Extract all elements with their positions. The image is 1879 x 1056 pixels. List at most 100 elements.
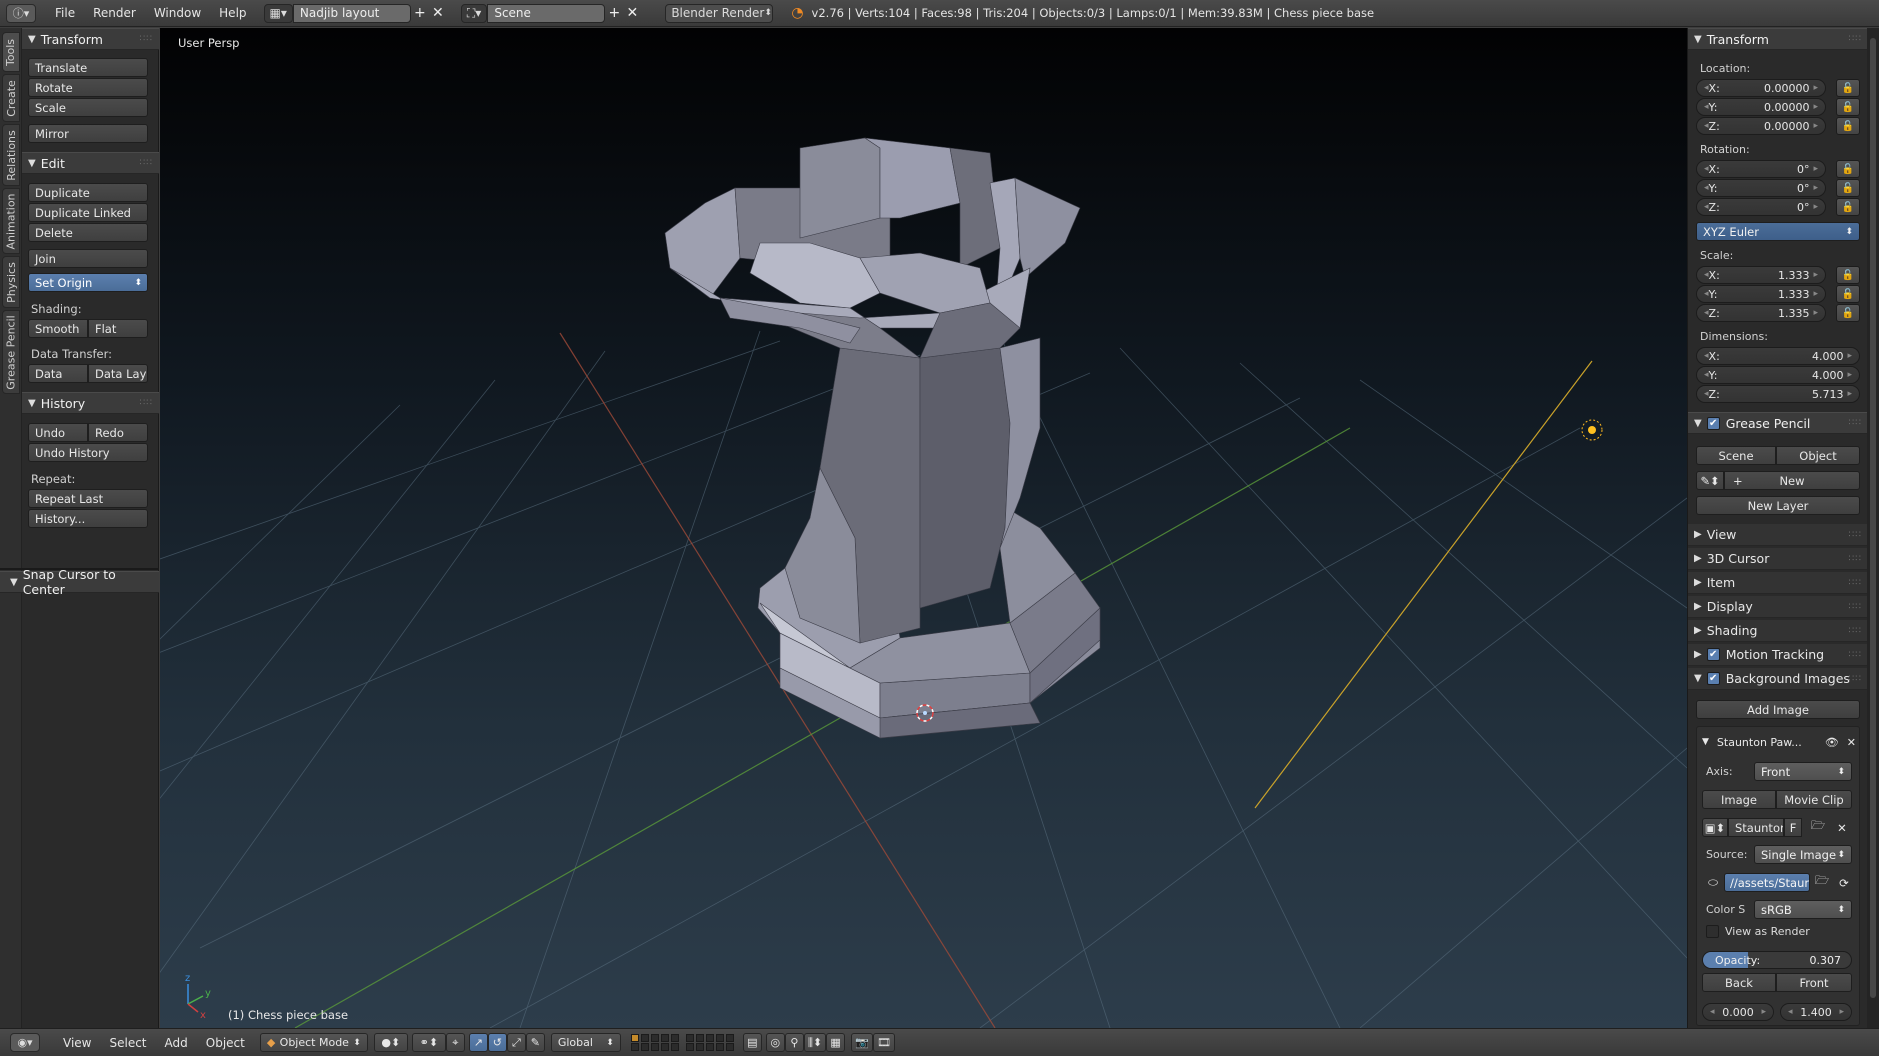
menu-add[interactable]: Add: [156, 1036, 197, 1050]
scene-selector[interactable]: ⛶▾: [460, 3, 488, 23]
back-toggle[interactable]: Back: [1702, 973, 1776, 992]
pencil-manipulator-icon[interactable]: ✎: [525, 1033, 545, 1052]
snap-element-dropdown[interactable]: ⫼⬍: [803, 1033, 827, 1052]
tab-create[interactable]: Create: [2, 74, 20, 122]
tab-grease-pencil[interactable]: Grease Pencil: [2, 310, 20, 394]
editor-type-button[interactable]: ◉▾: [10, 1033, 40, 1052]
add-image-button[interactable]: Add Image: [1696, 700, 1860, 719]
panel-shading[interactable]: ▶ Shading ∷∷: [1688, 620, 1868, 642]
mirror-button[interactable]: Mirror: [28, 124, 148, 143]
proportional-edit-icon[interactable]: ◎: [765, 1033, 785, 1052]
grease-pencil-object-tab[interactable]: Object: [1776, 446, 1860, 465]
delete-scene-button[interactable]: ✕: [623, 4, 641, 23]
history-button[interactable]: History...: [28, 509, 148, 528]
pencil-icon[interactable]: ✎⬍: [1696, 471, 1724, 490]
drag-grip-icon[interactable]: ∷∷: [1849, 626, 1862, 636]
translate-button[interactable]: Translate: [28, 58, 148, 77]
location-x-field[interactable]: ◂ X: 0.00000 ▸: [1696, 79, 1826, 97]
drag-grip-icon[interactable]: ∷∷: [1849, 418, 1862, 428]
layer-button[interactable]: [640, 1034, 649, 1042]
render-camera-icon[interactable]: 📷: [851, 1033, 873, 1052]
layer-button[interactable]: [725, 1034, 734, 1042]
rotate-button[interactable]: Rotate: [28, 78, 148, 97]
open-folder-icon[interactable]: 🗁: [1806, 818, 1830, 837]
menu-render[interactable]: Render: [84, 6, 145, 20]
panel-item[interactable]: ▶ Item ∷∷: [1688, 572, 1868, 594]
panel-background-images[interactable]: ▼ ✔ Background Images ∷∷: [1688, 668, 1868, 690]
drag-grip-icon[interactable]: ∷∷: [1849, 34, 1862, 44]
operator-panel[interactable]: ▼ Snap Cursor to Center: [0, 567, 159, 597]
layer-button[interactable]: [695, 1043, 704, 1051]
drag-grip-icon[interactable]: ∷∷: [1849, 602, 1862, 612]
drag-grip-icon[interactable]: ∷∷: [140, 398, 153, 408]
set-origin-dropdown[interactable]: Set Origin ⬍: [28, 273, 148, 292]
layer-button[interactable]: [705, 1043, 714, 1051]
layout-selector[interactable]: ▦▾: [263, 3, 293, 23]
layout-name-field[interactable]: Nadjib layout: [292, 3, 411, 23]
layer-lock-icon[interactable]: ▤: [742, 1033, 762, 1052]
layer-button[interactable]: [685, 1034, 694, 1042]
layer-button[interactable]: [650, 1043, 659, 1051]
image-tab[interactable]: Image: [1702, 790, 1776, 809]
location-z-field[interactable]: ◂ Z: 0.00000 ▸: [1696, 117, 1826, 135]
panel-motion-tracking[interactable]: ▶ ✔ Motion Tracking ∷∷: [1688, 644, 1868, 666]
undo-history-button[interactable]: Undo History: [28, 443, 148, 462]
render-engine-dropdown[interactable]: Blender Render ⬍: [665, 3, 774, 23]
scene-layers-2[interactable]: [685, 1034, 735, 1051]
lock-icon[interactable]: 🔓: [1836, 198, 1860, 216]
image-pack-icon[interactable]: ⬭: [1702, 873, 1724, 892]
snap-toggle-icon[interactable]: ⚲: [784, 1033, 804, 1052]
image-browse-icon[interactable]: ▣⬍: [1702, 818, 1728, 837]
fake-user-button[interactable]: F: [1784, 818, 1802, 837]
lock-icon[interactable]: 🔓: [1836, 117, 1860, 135]
layer-button[interactable]: [670, 1043, 679, 1051]
layer-button[interactable]: [660, 1043, 669, 1051]
drag-grip-icon[interactable]: ∷∷: [1849, 530, 1862, 540]
delete-layout-button[interactable]: ✕: [429, 4, 447, 23]
scene-name-field[interactable]: Scene: [487, 3, 606, 23]
panel-view[interactable]: ▶ View ∷∷: [1688, 524, 1868, 546]
menu-view[interactable]: View: [54, 1036, 100, 1050]
transform-orientation-dropdown[interactable]: Global ⬍: [550, 1033, 621, 1052]
tab-tools[interactable]: Tools: [2, 32, 20, 72]
grease-pencil-scene-tab[interactable]: Scene: [1696, 446, 1776, 465]
editor-type-button[interactable]: ⓘ▾: [6, 3, 36, 23]
scale-x-field[interactable]: ◂ X: 1.333 ▸: [1696, 266, 1826, 284]
panel-transform-props[interactable]: ▼ Transform ∷∷: [1688, 28, 1868, 50]
front-toggle[interactable]: Front: [1776, 973, 1852, 992]
scene-layers[interactable]: [630, 1034, 680, 1051]
add-scene-button[interactable]: +: [605, 4, 623, 23]
pivot-point-dropdown[interactable]: ⚭⬍: [411, 1033, 446, 1052]
lock-icon[interactable]: 🔓: [1836, 304, 1860, 322]
rotation-x-field[interactable]: ◂ X: 0° ▸: [1696, 160, 1826, 178]
render-animation-icon[interactable]: 🎞: [872, 1033, 895, 1052]
rotation-z-field[interactable]: ◂ Z: 0° ▸: [1696, 198, 1826, 216]
source-dropdown[interactable]: Single Image ⬍: [1754, 845, 1852, 864]
3d-viewport[interactable]: z y x User Persp (1) Chess piece base: [160, 28, 1687, 1028]
panel-grease-pencil[interactable]: ▼ ✔ Grease Pencil ∷∷: [1688, 412, 1868, 434]
drag-grip-icon[interactable]: ∷∷: [1849, 674, 1862, 684]
scale-y-field[interactable]: ◂ Y: 1.333 ▸: [1696, 285, 1826, 303]
new-layer-button[interactable]: New Layer: [1696, 496, 1860, 515]
layer-button[interactable]: [630, 1043, 639, 1051]
properties-scrollbar[interactable]: [1867, 28, 1879, 1028]
rotation-mode-dropdown[interactable]: XYZ Euler ⬍: [1696, 222, 1860, 241]
view-as-render-checkbox[interactable]: [1706, 925, 1719, 938]
axis-dropdown[interactable]: Front ⬍: [1754, 762, 1852, 781]
view-as-render-toggle[interactable]: View as Render: [1706, 925, 1810, 938]
lock-icon[interactable]: 🔓: [1836, 79, 1860, 97]
tab-physics[interactable]: Physics: [2, 256, 20, 308]
lock-icon[interactable]: 🔓: [1836, 179, 1860, 197]
lock-icon[interactable]: 🔓: [1836, 266, 1860, 284]
image-datablock-field[interactable]: Staunton: [1728, 818, 1784, 837]
eye-icon[interactable]: 👁: [1825, 736, 1839, 749]
offset-x-field[interactable]: ◂ 0.000 ▸: [1702, 1003, 1774, 1021]
panel-history[interactable]: ▼ History ∷∷: [22, 392, 159, 414]
add-layout-button[interactable]: +: [411, 4, 429, 23]
drag-grip-icon[interactable]: ∷∷: [140, 34, 153, 44]
offset-y-field[interactable]: ◂ 1.400 ▸: [1780, 1003, 1852, 1021]
scale-manipulator-icon[interactable]: ⤢: [506, 1033, 526, 1052]
layer-button[interactable]: [630, 1034, 639, 1042]
layer-button[interactable]: [705, 1034, 714, 1042]
opacity-slider[interactable]: Opacity: 0.307: [1702, 951, 1852, 969]
